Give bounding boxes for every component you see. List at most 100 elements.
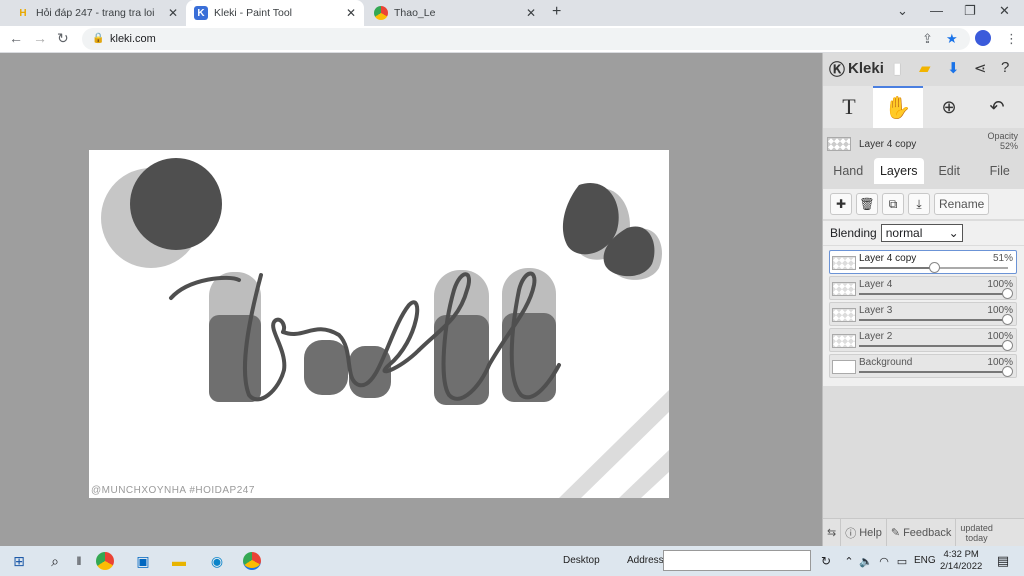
layer-opacity: 51% bbox=[992, 253, 1013, 264]
layer-opacity-slider[interactable] bbox=[859, 288, 1013, 299]
layer-opacity-slider[interactable] bbox=[859, 366, 1013, 377]
windows-taskbar: ⊞ ⌕ ‖ ▣ ▬ ◉ Desktop Address ↻ ⌃ 🔈 ◠ ▭ EN… bbox=[0, 546, 1024, 576]
delete-layer-button[interactable]: 🗑 bbox=[856, 193, 878, 215]
current-layer-name: Layer 4 copy bbox=[859, 138, 917, 150]
brand-name: Kleki bbox=[848, 59, 884, 77]
layer-name: Background bbox=[859, 357, 913, 368]
slider-knob[interactable] bbox=[1002, 366, 1013, 377]
tool-row: T ✋ ⊕ ↶ bbox=[823, 86, 1024, 128]
add-layer-button[interactable]: ✚ bbox=[830, 193, 852, 215]
letter-t-dark bbox=[209, 315, 261, 402]
layer-thumbnail bbox=[832, 256, 856, 270]
desktop-toolbar-label[interactable]: Desktop bbox=[563, 555, 600, 566]
canvas-workspace[interactable]: @MUNCHXOYNHA #HOIDAP247 bbox=[0, 53, 822, 546]
tab-kleki[interactable]: K Kleki - Paint Tool ✕ bbox=[186, 0, 364, 26]
battery-icon[interactable]: ▭ bbox=[891, 551, 913, 571]
letter-o-body bbox=[304, 340, 348, 395]
duplicate-layer-button[interactable]: ⧉ bbox=[882, 193, 904, 215]
tab-thao[interactable]: Thao_Le ✕ bbox=[366, 0, 544, 26]
layer-opacity-slider[interactable] bbox=[859, 314, 1013, 325]
swap-side-button[interactable]: ⇆ bbox=[823, 518, 842, 547]
browser-toolbar: ← → ↻ 🔒 kleki.com ⇪ ★ ⋮ bbox=[0, 26, 1024, 53]
minimize-icon[interactable]: — bbox=[930, 3, 943, 18]
merge-down-icon: ⤓ bbox=[916, 196, 922, 211]
slider-fill bbox=[859, 267, 935, 269]
clock-date: 2/14/2022 bbox=[940, 561, 983, 572]
back-icon[interactable]: ← bbox=[9, 30, 23, 46]
store-icon[interactable]: ▣ bbox=[132, 551, 154, 571]
slider-fill bbox=[859, 319, 1008, 321]
tab-hoidap[interactable]: H Hỏi đáp 247 - trang tra loi ✕ bbox=[8, 0, 186, 26]
window-close-icon[interactable]: ✕ bbox=[999, 3, 1010, 19]
clock[interactable]: 4:32 PM 2/14/2022 bbox=[940, 549, 982, 573]
updated-line-2: today bbox=[965, 532, 988, 543]
reload-icon[interactable]: ↻ bbox=[57, 30, 69, 47]
rename-button[interactable]: Rename bbox=[934, 193, 990, 215]
text-tool-icon[interactable]: T bbox=[829, 86, 869, 128]
restore-icon[interactable]: ❐ bbox=[964, 3, 976, 19]
slider-knob[interactable] bbox=[1002, 314, 1013, 325]
star-icon[interactable]: ★ bbox=[946, 31, 958, 47]
tab-layers[interactable]: Layers bbox=[873, 158, 924, 184]
zoom-icon[interactable]: ⊕ bbox=[927, 86, 971, 128]
layer-item[interactable]: Layer 3 100% bbox=[829, 302, 1017, 326]
help-label: Help bbox=[859, 526, 882, 539]
help-icon[interactable]: ? bbox=[1001, 59, 1009, 76]
forward-icon[interactable]: → bbox=[33, 30, 47, 46]
language-indicator[interactable]: ENG bbox=[914, 555, 936, 566]
layer-item[interactable]: Layer 4 copy 51% bbox=[829, 250, 1017, 274]
chrome-active-icon[interactable] bbox=[243, 552, 261, 570]
tab-title: Thao_Le bbox=[394, 7, 436, 19]
tab-file[interactable]: File bbox=[975, 158, 1024, 184]
new-file-icon[interactable]: ▮ bbox=[893, 59, 901, 77]
tab-hand[interactable]: Hand bbox=[823, 158, 874, 184]
layer-item[interactable]: Layer 4 100% bbox=[829, 276, 1017, 300]
opacity-value: 52% bbox=[999, 141, 1018, 151]
tab-edit[interactable]: Edit bbox=[924, 158, 975, 184]
blending-select[interactable]: normal ⌄ bbox=[880, 224, 963, 242]
close-icon[interactable]: ✕ bbox=[168, 6, 178, 20]
menu-icon[interactable]: ⋮ bbox=[1005, 31, 1018, 47]
windows-start-icon[interactable]: ⊞ bbox=[8, 551, 30, 571]
layer-opacity-slider[interactable] bbox=[859, 340, 1013, 351]
merge-layer-button[interactable]: ⤓ bbox=[908, 193, 930, 215]
share-icon[interactable]: ⋖ bbox=[974, 59, 987, 77]
feedback-button[interactable]: ✎ Feedback bbox=[887, 518, 957, 547]
layer-item[interactable]: Layer 2 100% bbox=[829, 328, 1017, 352]
chrome-taskbar-icon[interactable] bbox=[96, 552, 114, 570]
drawing-canvas[interactable]: @MUNCHXOYNHA #HOIDAP247 bbox=[89, 150, 669, 498]
slider-knob[interactable] bbox=[1002, 340, 1013, 351]
notification-icon[interactable]: ▤ bbox=[992, 551, 1014, 571]
layer-actions: ✚ 🗑 ⧉ ⤓ Rename bbox=[823, 189, 1024, 219]
file-explorer-icon[interactable]: ▬ bbox=[168, 551, 190, 571]
blending-value: normal bbox=[885, 226, 923, 240]
address-toolbar-label: Address bbox=[627, 555, 664, 566]
slider-knob[interactable] bbox=[928, 262, 940, 273]
address-bar[interactable]: 🔒 kleki.com bbox=[82, 28, 970, 50]
trash-icon: 🗑 bbox=[859, 197, 875, 211]
download-icon[interactable]: ⬇ bbox=[947, 59, 960, 77]
open-folder-icon[interactable]: ▰ bbox=[919, 59, 931, 77]
tab-search-icon[interactable]: ⌄ bbox=[897, 3, 908, 19]
taskbar-address-input[interactable] bbox=[663, 550, 811, 571]
refresh-icon[interactable]: ↻ bbox=[815, 551, 837, 571]
profile-avatar[interactable] bbox=[975, 30, 991, 46]
close-icon[interactable]: ✕ bbox=[346, 6, 356, 20]
help-button[interactable]: ⓘ Help bbox=[841, 518, 887, 547]
layer-item[interactable]: Background 100% bbox=[829, 354, 1017, 378]
task-view-icon[interactable]: ‖ bbox=[68, 551, 90, 571]
close-icon[interactable]: ✕ bbox=[526, 6, 536, 20]
undo-redo-icon[interactable]: ↶ bbox=[975, 86, 1019, 128]
layer-name: Layer 4 bbox=[859, 279, 893, 290]
panel-footer: ⇆ ⓘ Help ✎ Feedback updated today bbox=[823, 518, 1024, 547]
layer-opacity-slider[interactable] bbox=[859, 262, 1008, 273]
feedback-label: Feedback bbox=[903, 526, 952, 539]
hand-tool-icon[interactable]: ✋ bbox=[873, 86, 923, 128]
slider-fill bbox=[859, 345, 1008, 347]
search-icon[interactable]: ⌕ bbox=[44, 551, 66, 571]
new-tab-button[interactable]: + bbox=[552, 3, 561, 21]
clock-time: 4:32 PM bbox=[943, 549, 979, 560]
slider-knob[interactable] bbox=[1002, 288, 1013, 299]
edge-icon[interactable]: ◉ bbox=[206, 551, 228, 571]
share-icon[interactable]: ⇪ bbox=[922, 31, 933, 47]
